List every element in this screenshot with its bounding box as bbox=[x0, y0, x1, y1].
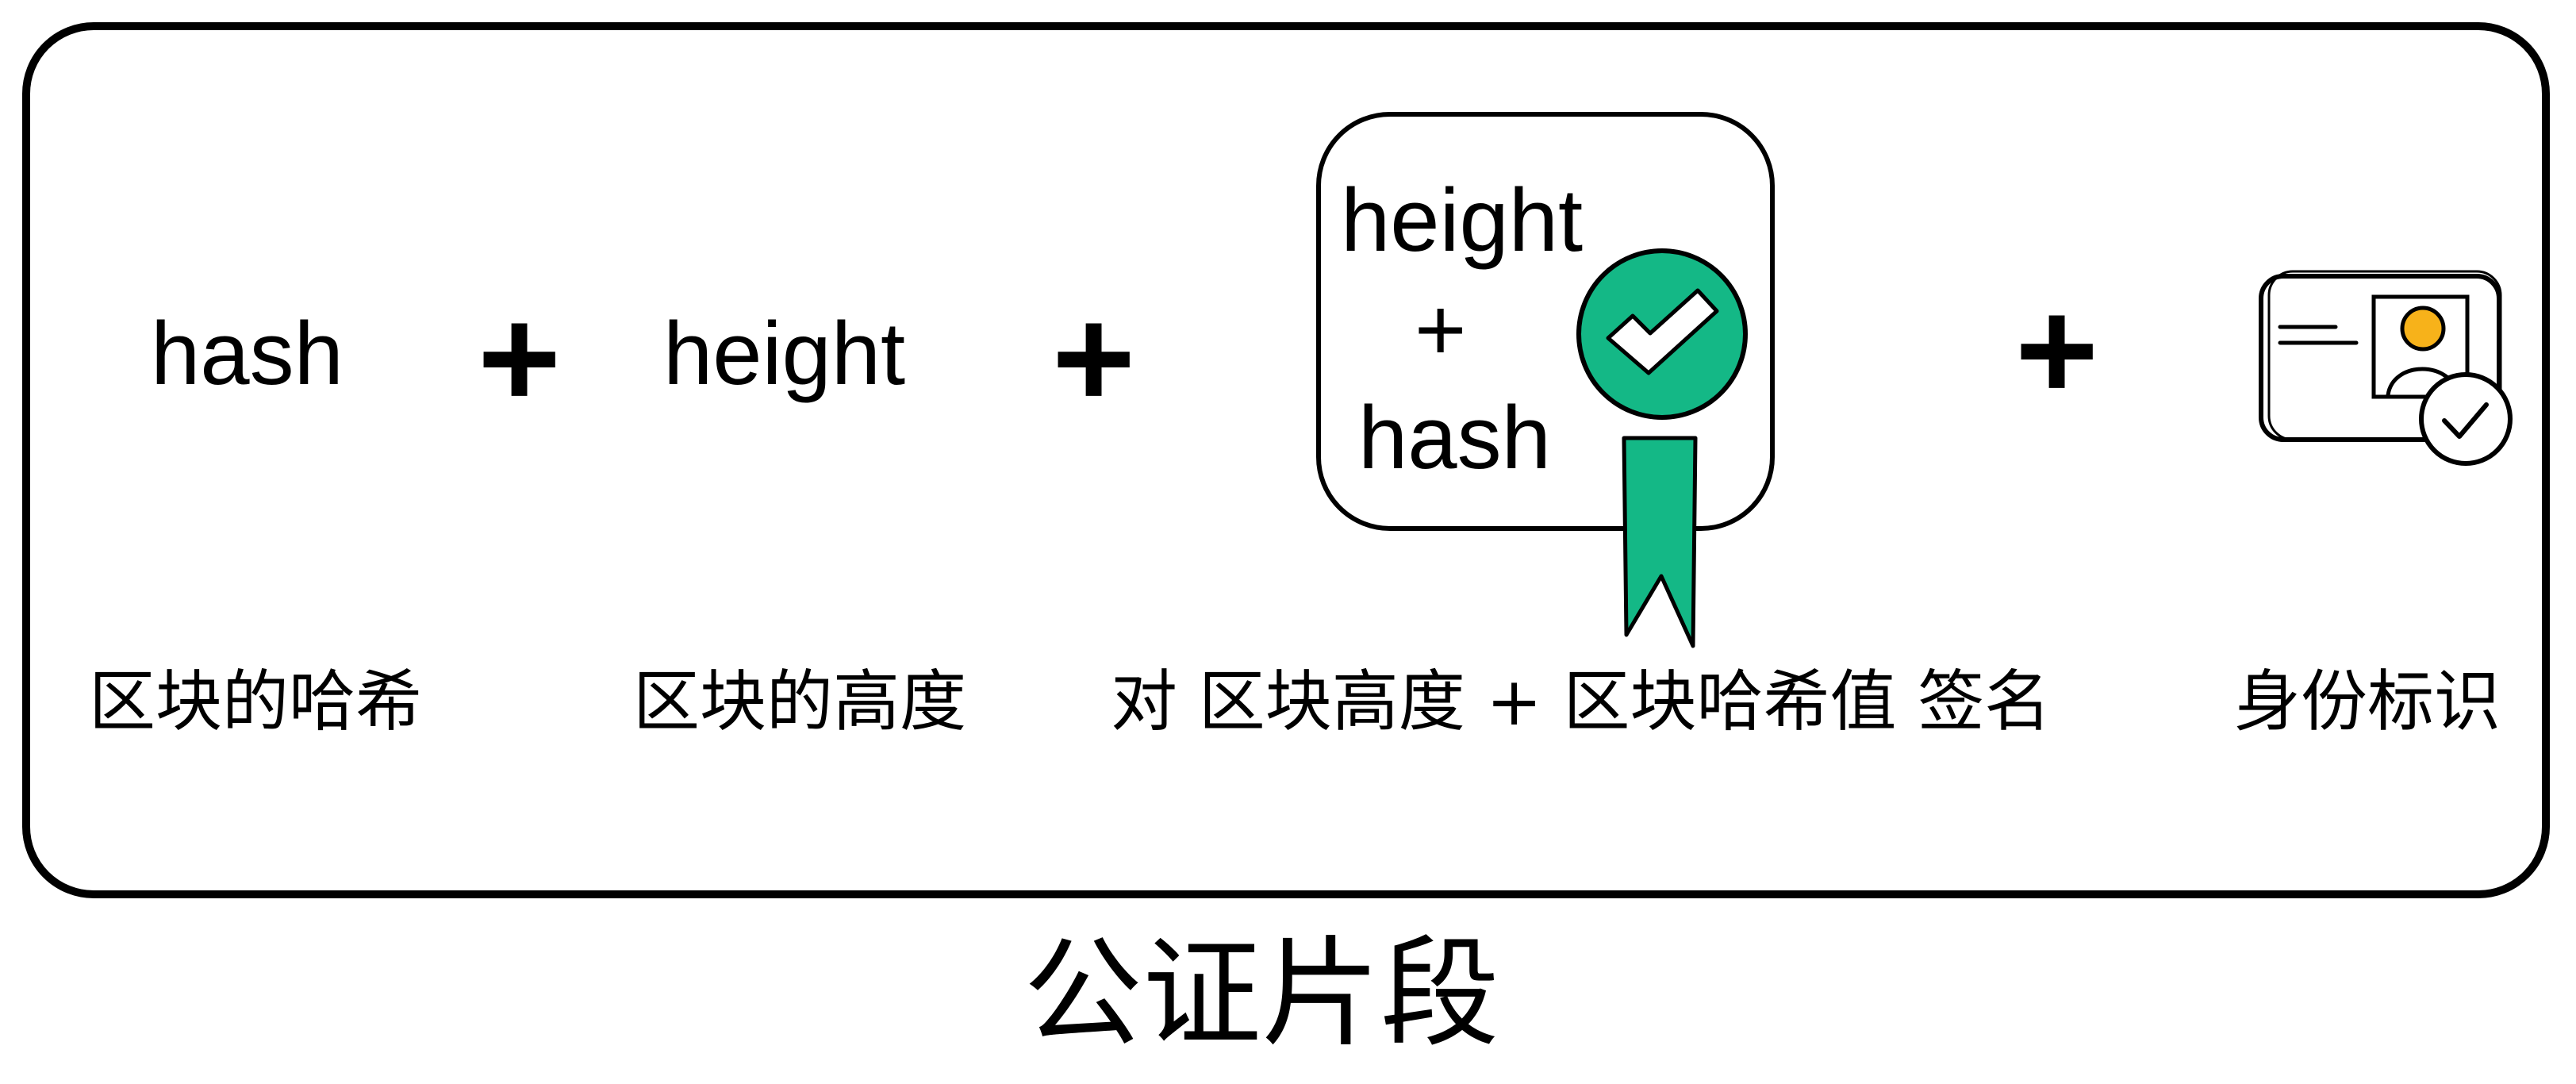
id-card-icon bbox=[2259, 270, 2513, 466]
certificate-hash-text: hash bbox=[1358, 388, 1551, 487]
diagram-canvas: hash + height + height + hash + 区块的哈希 区块… bbox=[0, 0, 2576, 1084]
height-term: height bbox=[663, 304, 906, 403]
diagram-frame bbox=[22, 22, 2550, 898]
plus-operator-2: + bbox=[1052, 279, 1136, 438]
caption-signature: 对 区块高度 + 区块哈希值 签名 bbox=[1111, 663, 2052, 740]
certificate-plus-text: + bbox=[1415, 280, 1467, 379]
diagram-title: 公证片段 bbox=[1023, 925, 1500, 1063]
check-badge-icon bbox=[1576, 248, 1748, 420]
plus-operator-1: + bbox=[478, 279, 562, 438]
plus-operator-3: + bbox=[2015, 271, 2099, 430]
verified-check-icon bbox=[2419, 372, 2513, 466]
ribbon-icon bbox=[1622, 436, 1698, 648]
caption-block-hash: 区块的哈希 bbox=[89, 663, 423, 740]
caption-identity: 身份标识 bbox=[2234, 663, 2501, 740]
caption-block-height: 区块的高度 bbox=[633, 663, 967, 740]
hash-term: hash bbox=[151, 304, 344, 403]
certificate-height-text: height bbox=[1341, 171, 1584, 270]
